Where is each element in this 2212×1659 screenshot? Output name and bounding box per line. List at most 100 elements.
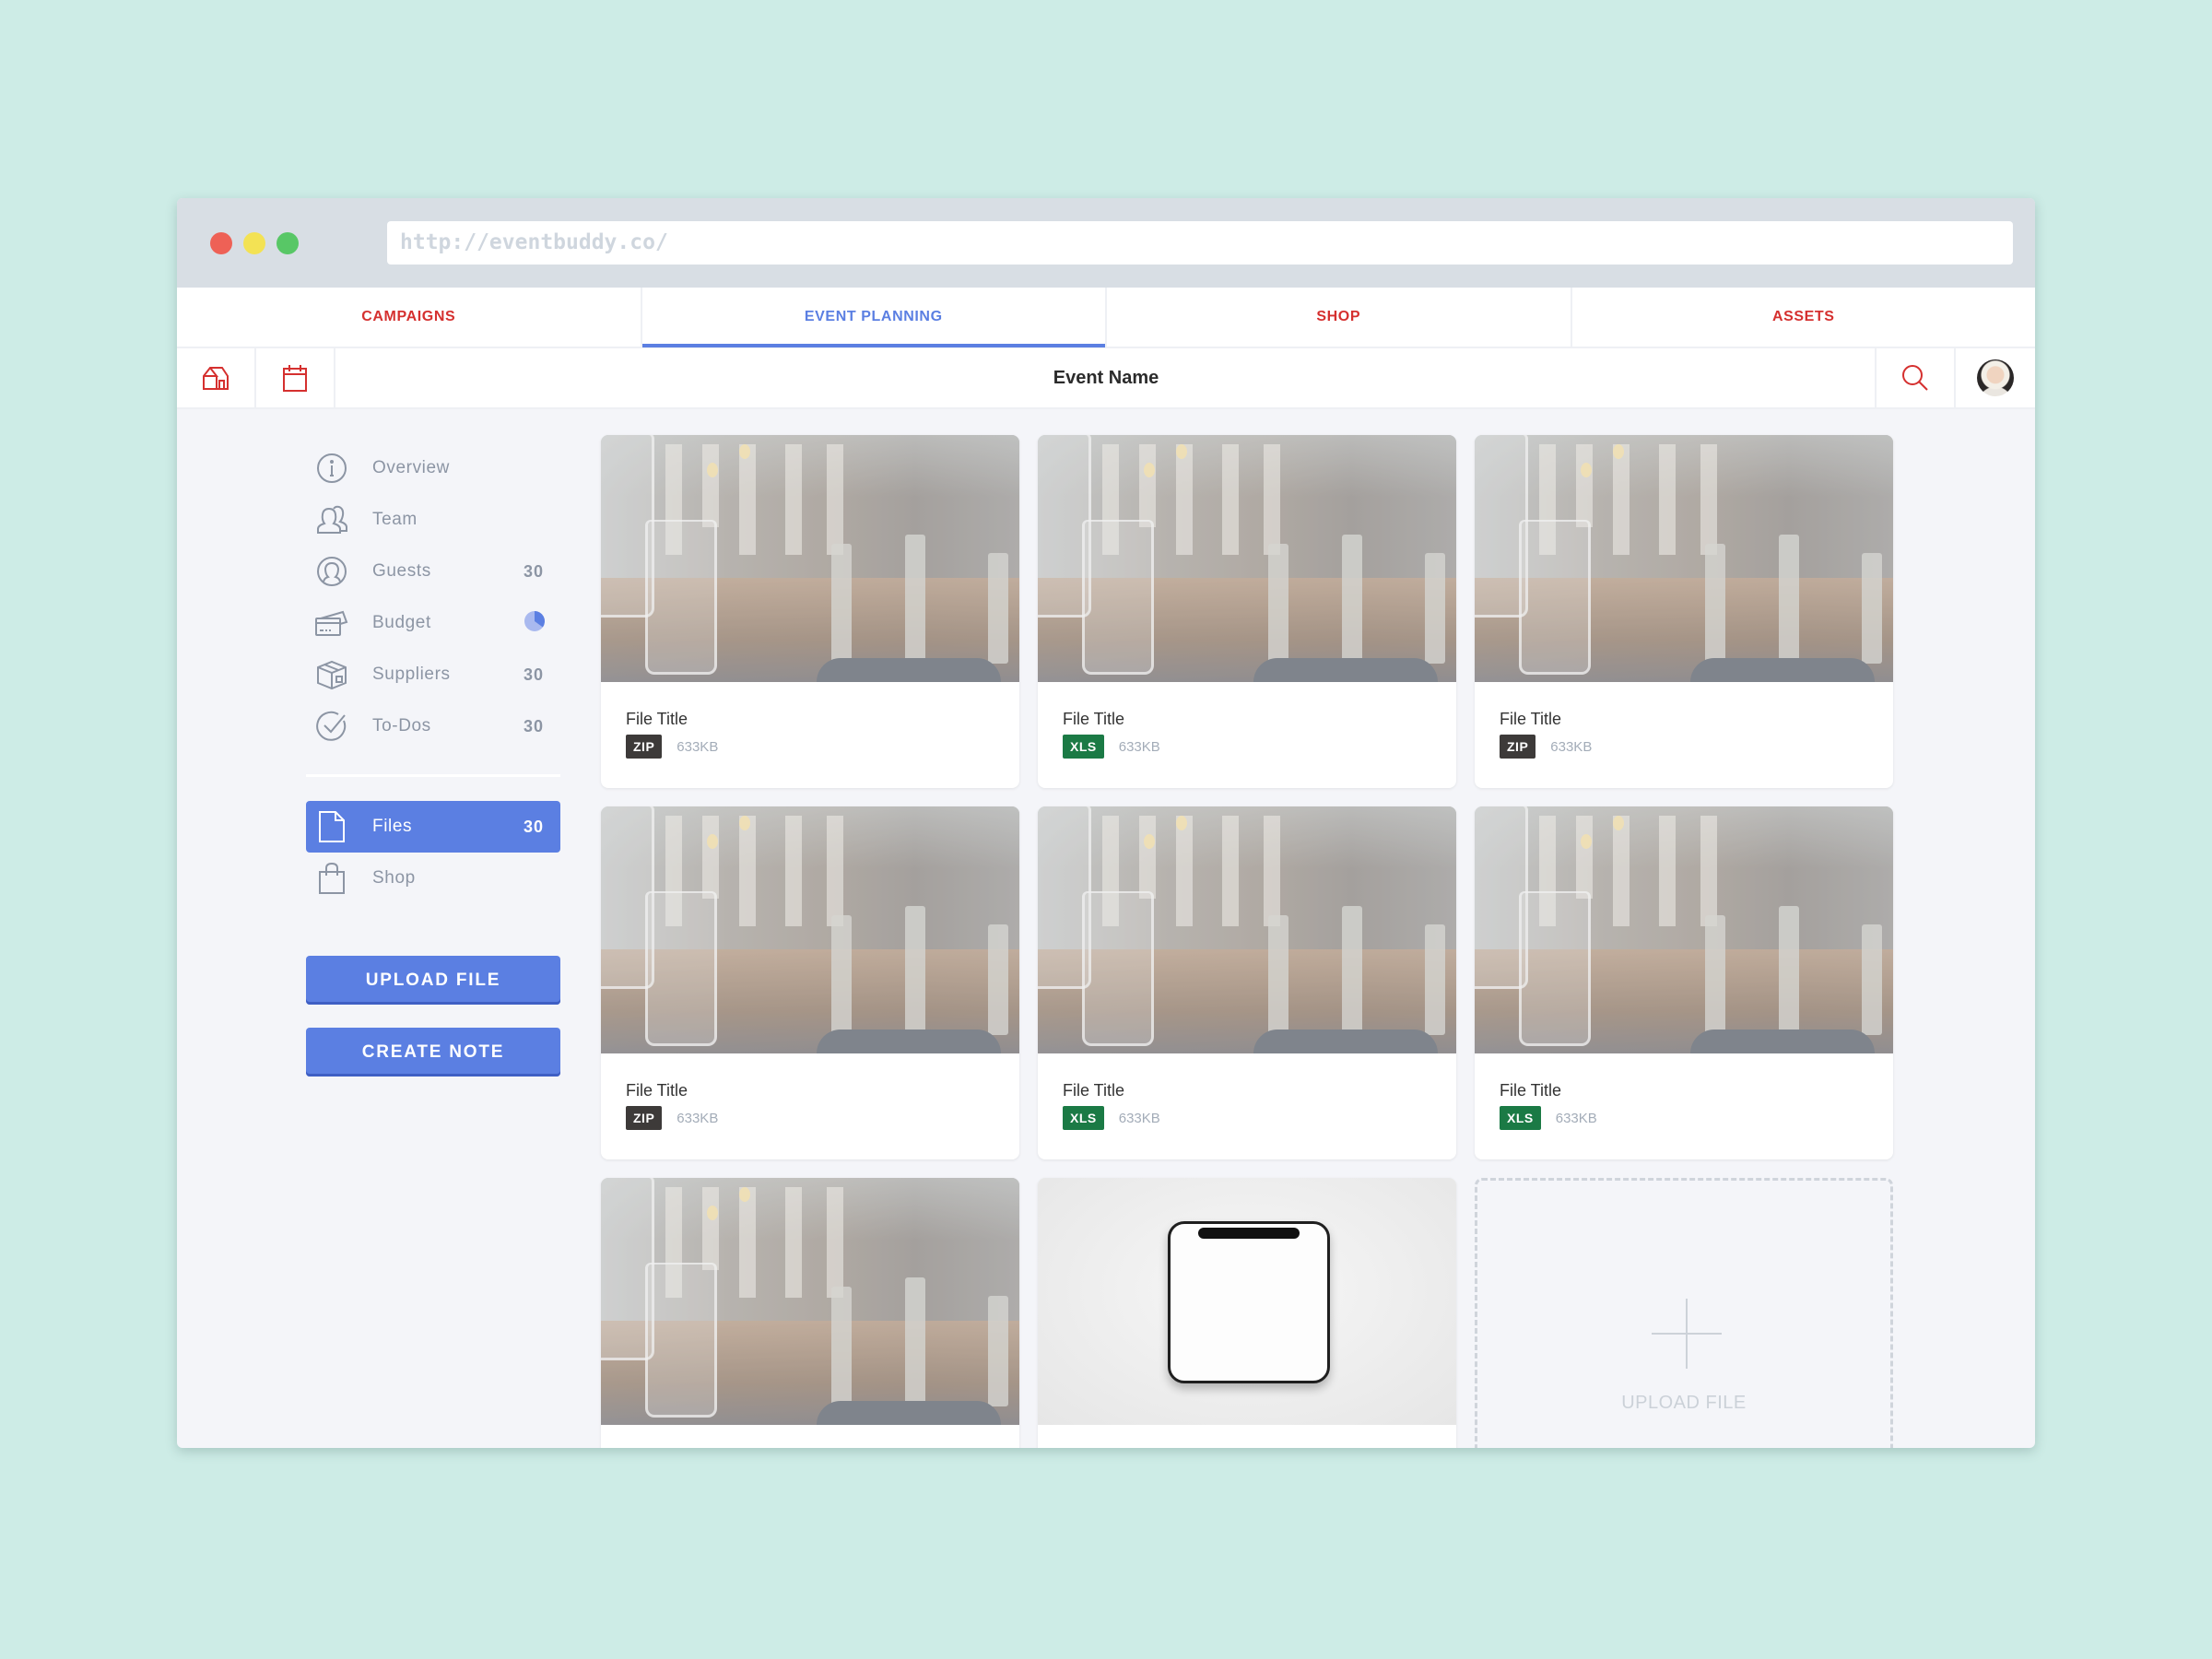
sidebar-item-todos[interactable]: To-Dos 30 [306, 700, 560, 752]
create-note-button[interactable]: CREATE NOTE [306, 1028, 560, 1077]
info-icon [315, 452, 348, 485]
tab-campaigns[interactable]: CAMPAIGNS [177, 288, 642, 347]
file-card[interactable]: File Title ZIP 633KB [601, 806, 1019, 1159]
file-card[interactable] [601, 1178, 1019, 1448]
event-header: Event Name [177, 348, 2035, 409]
restaurant-photo [601, 806, 1019, 1053]
file-info: File Title ZIP 633KB [1500, 710, 1592, 759]
upload-file-button[interactable]: UPLOAD FILE [306, 956, 560, 1005]
calendar-icon [283, 365, 307, 392]
guest-icon [315, 555, 348, 588]
sidebar-item-label: Guests [372, 561, 431, 581]
file-thumbnail [601, 435, 1019, 682]
check-circle-icon [315, 710, 348, 743]
event-title: Event Name [1053, 368, 1159, 388]
avatar [1977, 359, 2014, 396]
sidebar-item-suppliers[interactable]: Suppliers 30 [306, 649, 560, 700]
file-type-badge: ZIP [626, 735, 663, 759]
file-title: File Title [1063, 710, 1125, 728]
profile-button[interactable] [1954, 348, 2035, 407]
upload-file-tile[interactable]: UPLOAD FILE [1475, 1178, 1893, 1448]
sidebar-item-label: Files [372, 817, 413, 836]
sidebar-divider [306, 774, 560, 777]
file-thumbnail [601, 1178, 1019, 1425]
sidebar-item-count: 30 [523, 561, 544, 581]
close-window-button[interactable] [210, 232, 232, 254]
restaurant-photo [1038, 435, 1456, 682]
file-type-badge: ZIP [626, 1106, 663, 1130]
file-size: 633KB [677, 738, 719, 755]
file-type-badge: XLS [1063, 1106, 1104, 1130]
file-thumbnail [601, 806, 1019, 1053]
file-title: File Title [626, 1081, 688, 1100]
file-type-badge: XLS [1063, 735, 1104, 759]
sidebar-item-budget[interactable]: Budget [306, 597, 560, 649]
sidebar-item-files[interactable]: Files 30 [306, 801, 560, 853]
file-size: 633KB [1118, 738, 1160, 755]
file-thumbnail [1038, 1178, 1456, 1425]
restaurant-photo [1475, 435, 1893, 682]
file-thumbnail [1038, 435, 1456, 682]
file-card[interactable]: File Title XLS 633KB [1475, 806, 1893, 1159]
restaurant-photo [1038, 806, 1456, 1053]
file-info: File Title XLS 633KB [1500, 1081, 1597, 1130]
sidebar-item-label: Team [372, 510, 418, 529]
sidebar-item-label: Overview [372, 458, 450, 477]
sidebar-item-label: Budget [372, 613, 431, 632]
sidebar-item-team[interactable]: Team [306, 494, 560, 546]
restaurant-photo [601, 1178, 1019, 1425]
sidebar-item-count: 30 [523, 716, 544, 735]
tab-assets[interactable]: ASSETS [1572, 288, 2036, 347]
file-thumbnail [1475, 435, 1893, 682]
sidebar-item-overview[interactable]: Overview [306, 442, 560, 494]
tab-shop[interactable]: SHOP [1107, 288, 1572, 347]
box-icon [315, 658, 348, 691]
file-title: File Title [1063, 1081, 1125, 1100]
file-size: 633KB [1118, 1110, 1160, 1126]
browser-window: http://eventbuddy.co/ CAMPAIGNS EVENT PL… [177, 198, 2035, 1448]
sidebar-item-count: 30 [523, 817, 544, 836]
file-info: File Title XLS 633KB [1063, 1081, 1160, 1130]
file-icon [315, 810, 348, 843]
file-card[interactable]: File Title XLS 633KB [1038, 806, 1456, 1159]
file-type-badge: XLS [1500, 1106, 1541, 1130]
sidebar-item-shop[interactable]: Shop [306, 853, 560, 904]
calendar-button[interactable] [256, 348, 335, 407]
sidebar-item-label: To-Dos [372, 716, 431, 735]
minimize-window-button[interactable] [243, 232, 265, 254]
maximize-window-button[interactable] [276, 232, 299, 254]
plus-icon [1652, 1299, 1722, 1369]
sidebar-item-label: Suppliers [372, 665, 451, 684]
file-card[interactable]: File Title XLS 633KB [1038, 435, 1456, 788]
shopping-bag-icon [315, 862, 348, 895]
home-icon [203, 367, 229, 390]
restaurant-photo [1475, 806, 1893, 1053]
file-info: File Title ZIP 633KB [626, 710, 718, 759]
device-photo [1038, 1178, 1456, 1425]
file-card[interactable]: File Title ZIP 633KB [601, 435, 1019, 788]
credit-card-icon [315, 606, 348, 640]
url-bar[interactable]: http://eventbuddy.co/ [387, 221, 2013, 265]
file-type-badge: ZIP [1500, 735, 1536, 759]
file-title: File Title [1500, 710, 1562, 728]
search-button[interactable] [1875, 348, 1954, 407]
file-thumbnail [1038, 806, 1456, 1053]
home-button[interactable] [177, 348, 256, 407]
file-size: 633KB [1550, 738, 1593, 755]
sidebar-item-guests[interactable]: Guests 30 [306, 546, 560, 597]
team-icon [315, 503, 348, 536]
restaurant-photo [601, 435, 1019, 682]
file-info: File Title ZIP 633KB [626, 1081, 718, 1130]
budget-progress-pie [524, 610, 546, 637]
search-icon [1902, 365, 1928, 391]
file-thumbnail [1475, 806, 1893, 1053]
file-title: File Title [1500, 1081, 1562, 1100]
file-info: File Title XLS 633KB [1063, 710, 1160, 759]
file-size: 633KB [1555, 1110, 1597, 1126]
file-card[interactable]: File Title ZIP 633KB [1475, 435, 1893, 788]
tab-event-planning[interactable]: EVENT PLANNING [641, 288, 1107, 347]
main-nav-tabs: CAMPAIGNS EVENT PLANNING SHOP ASSETS [177, 288, 2035, 348]
file-card[interactable] [1038, 1178, 1456, 1448]
sidebar-item-count: 30 [523, 665, 544, 684]
upload-tile-label: UPLOAD FILE [1621, 1393, 1747, 1413]
